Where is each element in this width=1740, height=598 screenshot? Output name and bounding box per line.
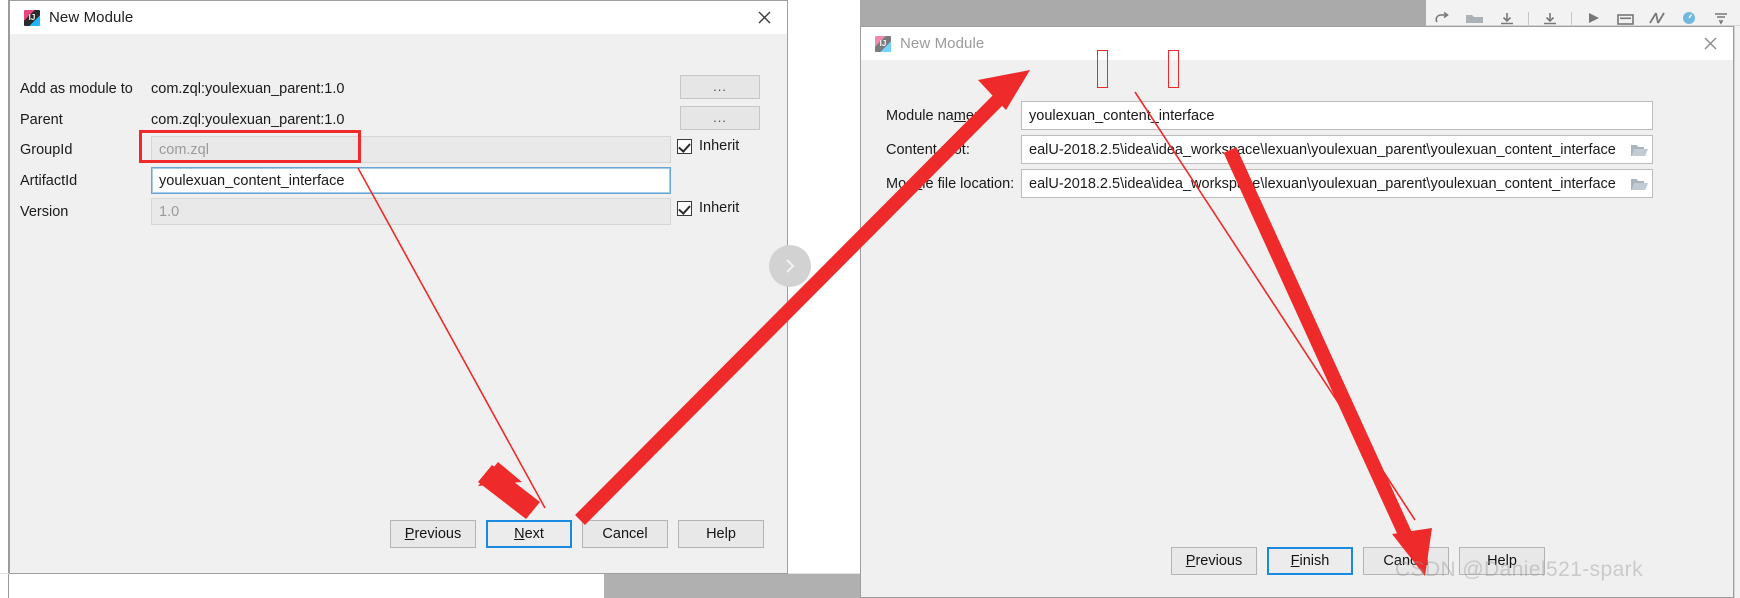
version-row: Version 1.0 (20, 198, 671, 225)
intellij-logo-icon (24, 9, 40, 26)
wizard-next-circle-button[interactable] (769, 245, 811, 287)
help-button-left[interactable]: Help (678, 520, 764, 548)
right-dialog-body: Module name: youlexuan_content_interface… (861, 60, 1733, 597)
ide-right-gutter (1734, 26, 1740, 598)
content-root-browse-button[interactable] (1626, 138, 1652, 163)
parent-row: Parent com.zql:youlexuan_parent:1.0 (20, 106, 344, 133)
parent-browse-button[interactable]: ... (680, 106, 760, 130)
folder-icon (1630, 145, 1648, 156)
add-as-module-to-value: com.zql:youlexuan_parent:1.0 (151, 80, 345, 97)
module-name-row: Module name: youlexuan_content_interface (886, 101, 1653, 130)
finish-button[interactable]: Finish (1267, 547, 1353, 575)
save-all-icon[interactable] (1496, 11, 1518, 25)
add-as-module-to-row: Add as module to com.zql:youlexuan_paren… (20, 75, 344, 102)
version-inherit-label: Inherit (699, 200, 740, 216)
parent-value: com.zql:youlexuan_parent:1.0 (151, 111, 345, 128)
module-name-input[interactable]: youlexuan_content_interface (1021, 101, 1653, 130)
previous-button-left[interactable]: Previous (390, 520, 476, 548)
toolbar-separator (1571, 12, 1572, 25)
left-dialog-titlebar: New Module (10, 1, 787, 34)
new-module-dialog-right[interactable]: New Module Module name: youlexuan_conten… (860, 26, 1734, 598)
folder-icon (1630, 179, 1648, 190)
content-root-label: Content root: (886, 141, 970, 158)
ide-titlebar (860, 0, 1426, 26)
module-file-location-input[interactable]: ealU-2018.2.5\idea\idea_workspace\lexuan… (1021, 169, 1653, 198)
previous-label-left: revious (414, 526, 462, 542)
checkbox-check-icon (677, 200, 692, 216)
next-button[interactable]: Next (486, 520, 572, 548)
module-file-location-row: Module file location: ealU-2018.2.5\idea… (886, 169, 1653, 198)
groupid-label: GroupId (20, 141, 73, 158)
artifactid-row: ArtifactId youlexuan_content_interface (20, 167, 671, 194)
ide-toolbar[interactable] (1426, 0, 1740, 26)
content-root-input[interactable]: ealU-2018.2.5\idea\idea_workspace\lexuan… (1021, 135, 1653, 164)
left-dialog-title: New Module (49, 9, 134, 26)
run-icon[interactable] (1582, 11, 1604, 25)
right-dialog-title: New Module (900, 35, 985, 52)
build-icon[interactable] (1646, 11, 1668, 25)
undo-icon[interactable] (1432, 11, 1454, 25)
previous-button-right[interactable]: Previous (1171, 547, 1257, 575)
csdn-watermark: CSDN @Daniel521-spark (1395, 558, 1643, 581)
groupid-inherit-label: Inherit (699, 138, 740, 154)
open-folder-icon[interactable] (1464, 11, 1486, 25)
groupid-row: GroupId com.zql (20, 136, 671, 163)
cancel-button-left[interactable]: Cancel (582, 520, 668, 548)
add-as-module-to-label: Add as module to (20, 80, 133, 97)
intellij-logo-icon (875, 35, 891, 52)
artifactid-input[interactable]: youlexuan_content_interface (151, 167, 671, 194)
left-dialog-buttonbar: Previous Next Cancel Help (390, 520, 764, 548)
right-dialog-close-button[interactable] (1687, 27, 1733, 60)
module-file-location-label: Module file location: (886, 175, 1015, 192)
previous-mnemonic: P (1185, 553, 1196, 569)
version-inherit-checkbox[interactable]: Inherit (677, 200, 739, 216)
chevron-right-icon (786, 259, 795, 273)
next-mnemonic: N (514, 526, 525, 542)
version-input[interactable]: 1.0 (151, 198, 671, 225)
toolbar-separator (1528, 12, 1529, 25)
finish-mnemonic: F (1290, 553, 1300, 569)
update-icon[interactable] (1710, 11, 1732, 25)
artifactid-label: ArtifactId (20, 172, 78, 189)
new-module-dialog-left[interactable]: New Module Add as module to com.zql:youl… (9, 0, 788, 574)
search-icon[interactable] (1678, 11, 1700, 25)
finish-label: inish (1299, 553, 1330, 569)
add-as-module-to-browse-button[interactable]: ... (680, 75, 760, 99)
left-dialog-close-button[interactable] (741, 1, 787, 34)
left-dialog-body: Add as module to com.zql:youlexuan_paren… (10, 34, 787, 573)
checkbox-check-icon (677, 138, 692, 154)
module-name-label: Module name: (886, 107, 978, 124)
version-label: Version (20, 203, 69, 220)
sync-icon[interactable] (1539, 11, 1561, 25)
parent-label: Parent (20, 111, 63, 128)
stop-icon[interactable] (1614, 11, 1636, 25)
next-label: ext (524, 526, 544, 542)
groupid-inherit-checkbox[interactable]: Inherit (677, 138, 739, 154)
content-root-row: Content root: ealU-2018.2.5\idea\idea_wo… (886, 135, 1653, 164)
groupid-input[interactable]: com.zql (151, 136, 671, 163)
previous-label-right: revious (1195, 553, 1243, 569)
right-dialog-titlebar: New Module (861, 27, 1733, 60)
previous-mnemonic: P (404, 526, 415, 542)
module-file-location-browse-button[interactable] (1626, 172, 1652, 197)
